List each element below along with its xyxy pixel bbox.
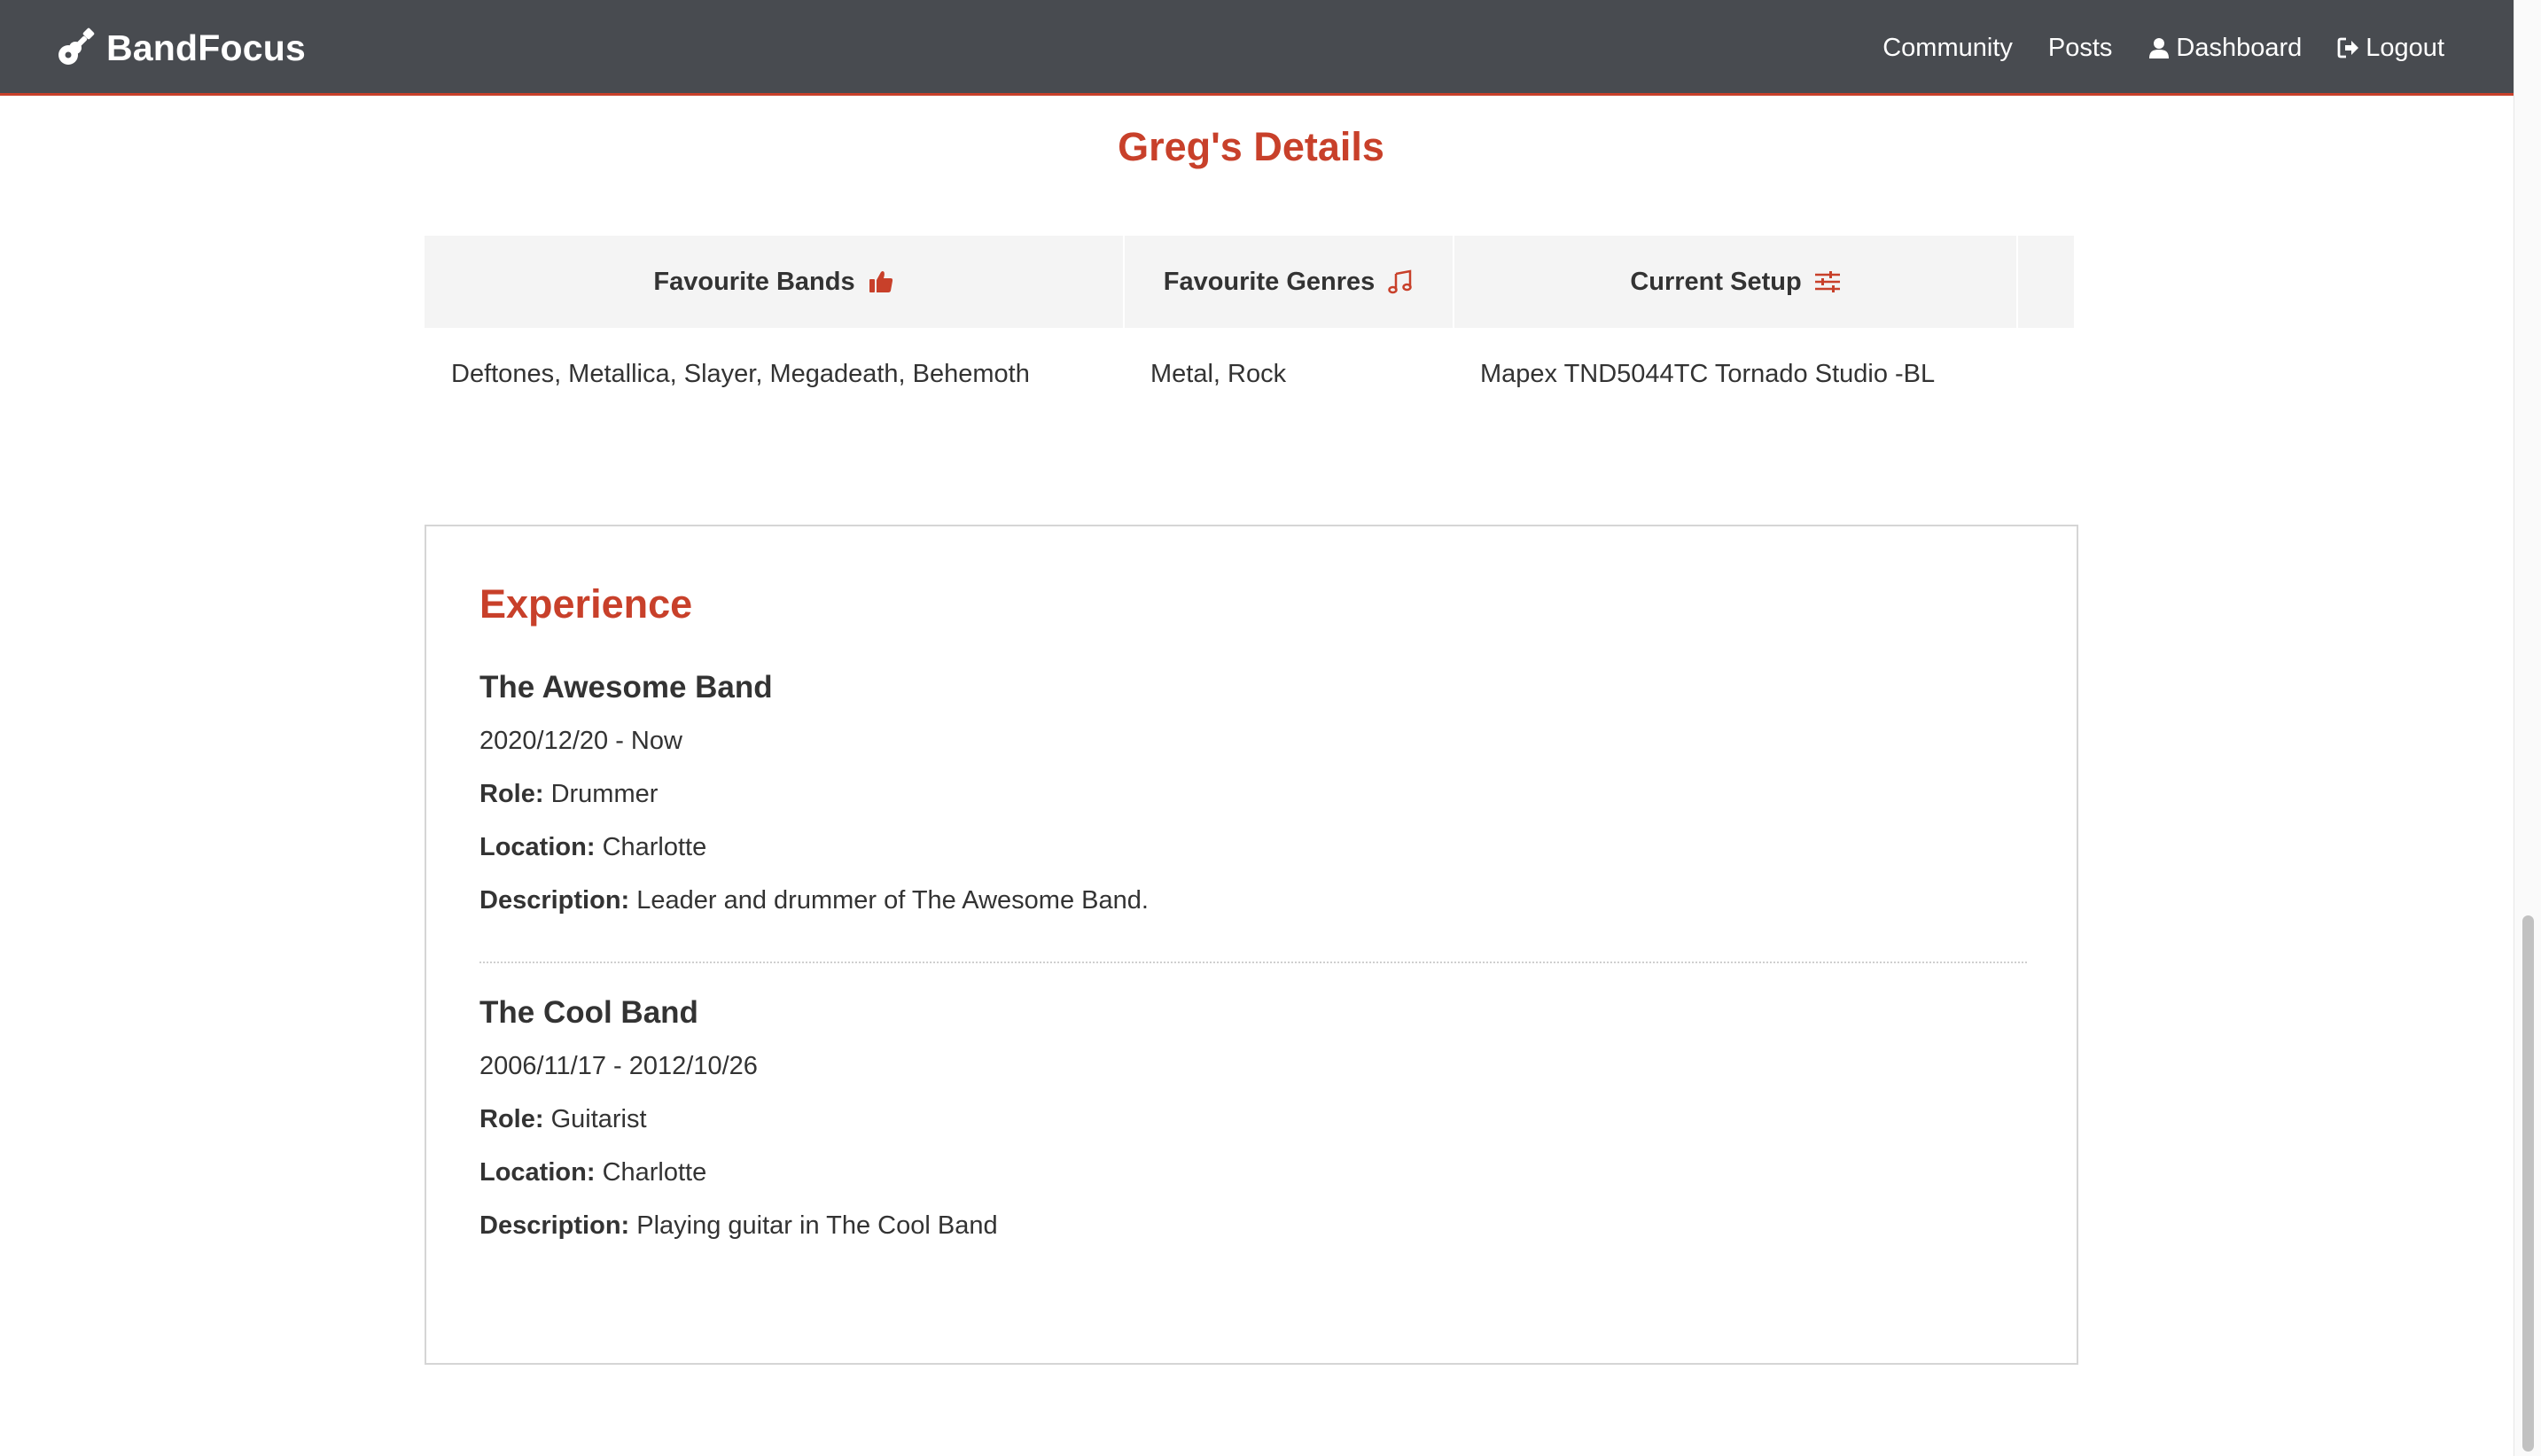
role-label: Role: [479, 780, 544, 808]
description-label: Description: [479, 1211, 630, 1240]
favourite-genres-value: Metal, Rock [1150, 359, 1287, 388]
experience-location: Location: Charlotte [479, 1146, 2027, 1199]
nav-logout-link[interactable]: Logout [2337, 34, 2444, 63]
empty-cell [2017, 328, 2075, 420]
experience-description: Description: Playing guitar in The Cool … [479, 1199, 2027, 1252]
nav-dashboard-link[interactable]: Dashboard [2147, 34, 2302, 63]
nav-posts-label: Posts [2047, 33, 2113, 62]
details-table: Favourite Bands Favourite Genres Current… [425, 236, 2076, 420]
nav-links: Community Posts Dashboard Logout [1847, 21, 2444, 74]
description-value: Playing guitar in The Cool Band [636, 1211, 998, 1240]
experience-description: Description: Leader and drummer of The A… [479, 874, 2027, 927]
sign-out-icon [2337, 36, 2360, 59]
description-label: Description: [479, 886, 630, 915]
role-value: Drummer [550, 780, 659, 808]
nav-community-label: Community [1882, 33, 2013, 62]
location-label: Location: [479, 833, 596, 861]
table-row: Deftones, Metallica, Slayer, Megadeath, … [425, 328, 2075, 420]
nav-logout-label: Logout [2366, 33, 2444, 62]
favourite-genres-header-label: Favourite Genres [1163, 267, 1376, 296]
page: BandFocus Community Posts Dashboard Logo… [0, 0, 2541, 1456]
role-value: Guitarist [550, 1105, 647, 1133]
current-setup-header-label: Current Setup [1630, 267, 1802, 296]
thumbs-up-icon [868, 269, 894, 295]
location-value: Charlotte [602, 1158, 707, 1187]
nav-community-link[interactable]: Community [1882, 34, 2013, 63]
location-label: Location: [479, 1158, 596, 1187]
experience-dates: 2020/12/20 - Now [479, 727, 682, 755]
experience-location: Location: Charlotte [479, 821, 2027, 874]
details-title: Greg's Details [1118, 124, 1384, 169]
empty-header-cell [2017, 236, 2076, 328]
scrollbar-thumb[interactable] [2522, 915, 2534, 1452]
favourite-genres-header: Favourite Genres [1124, 236, 1454, 328]
experience-item: The Cool Band 2006/11/17 - 2012/10/26 Ro… [479, 986, 2027, 1252]
experience-item: The Awesome Band 2020/12/20 - Now Role: … [479, 661, 2027, 927]
favourite-bands-value: Deftones, Metallica, Slayer, Megadeath, … [451, 359, 1030, 388]
experience-role: Role: Guitarist [479, 1093, 2027, 1146]
experience-divider [479, 962, 2027, 963]
location-value: Charlotte [602, 833, 707, 861]
experience-dates: 2006/11/17 - 2012/10/26 [479, 1052, 758, 1080]
role-label: Role: [479, 1105, 544, 1133]
nav-posts-link[interactable]: Posts [2048, 34, 2113, 63]
brand-link[interactable]: BandFocus [55, 21, 306, 74]
user-icon [2147, 36, 2171, 59]
experience-role: Role: Drummer [479, 767, 2027, 821]
music-note-icon [1387, 269, 1414, 295]
current-setup-header: Current Setup [1454, 236, 2018, 328]
experience-band-name: The Cool Band [479, 995, 698, 1030]
current-setup-value: Mapex TND5044TC Tornado Studio -BL [1480, 359, 1936, 388]
table-header-row: Favourite Bands Favourite Genres Current… [425, 236, 2076, 328]
experience-card: Experience The Awesome Band 2020/12/20 -… [425, 525, 2078, 1365]
page-scrollbar[interactable] [2514, 0, 2541, 1456]
favourite-bands-header-label: Favourite Bands [653, 267, 855, 296]
guitar-icon [55, 27, 96, 68]
experience-band-name: The Awesome Band [479, 670, 773, 705]
favourite-bands-header: Favourite Bands [425, 236, 1125, 328]
description-value: Leader and drummer of The Awesome Band. [636, 886, 1149, 915]
nav-dashboard-label: Dashboard [2176, 33, 2303, 62]
experience-title: Experience [479, 581, 693, 627]
sliders-icon [1814, 269, 1841, 295]
brand-name: BandFocus [106, 27, 307, 68]
navbar: BandFocus Community Posts Dashboard Logo… [0, 0, 2514, 96]
